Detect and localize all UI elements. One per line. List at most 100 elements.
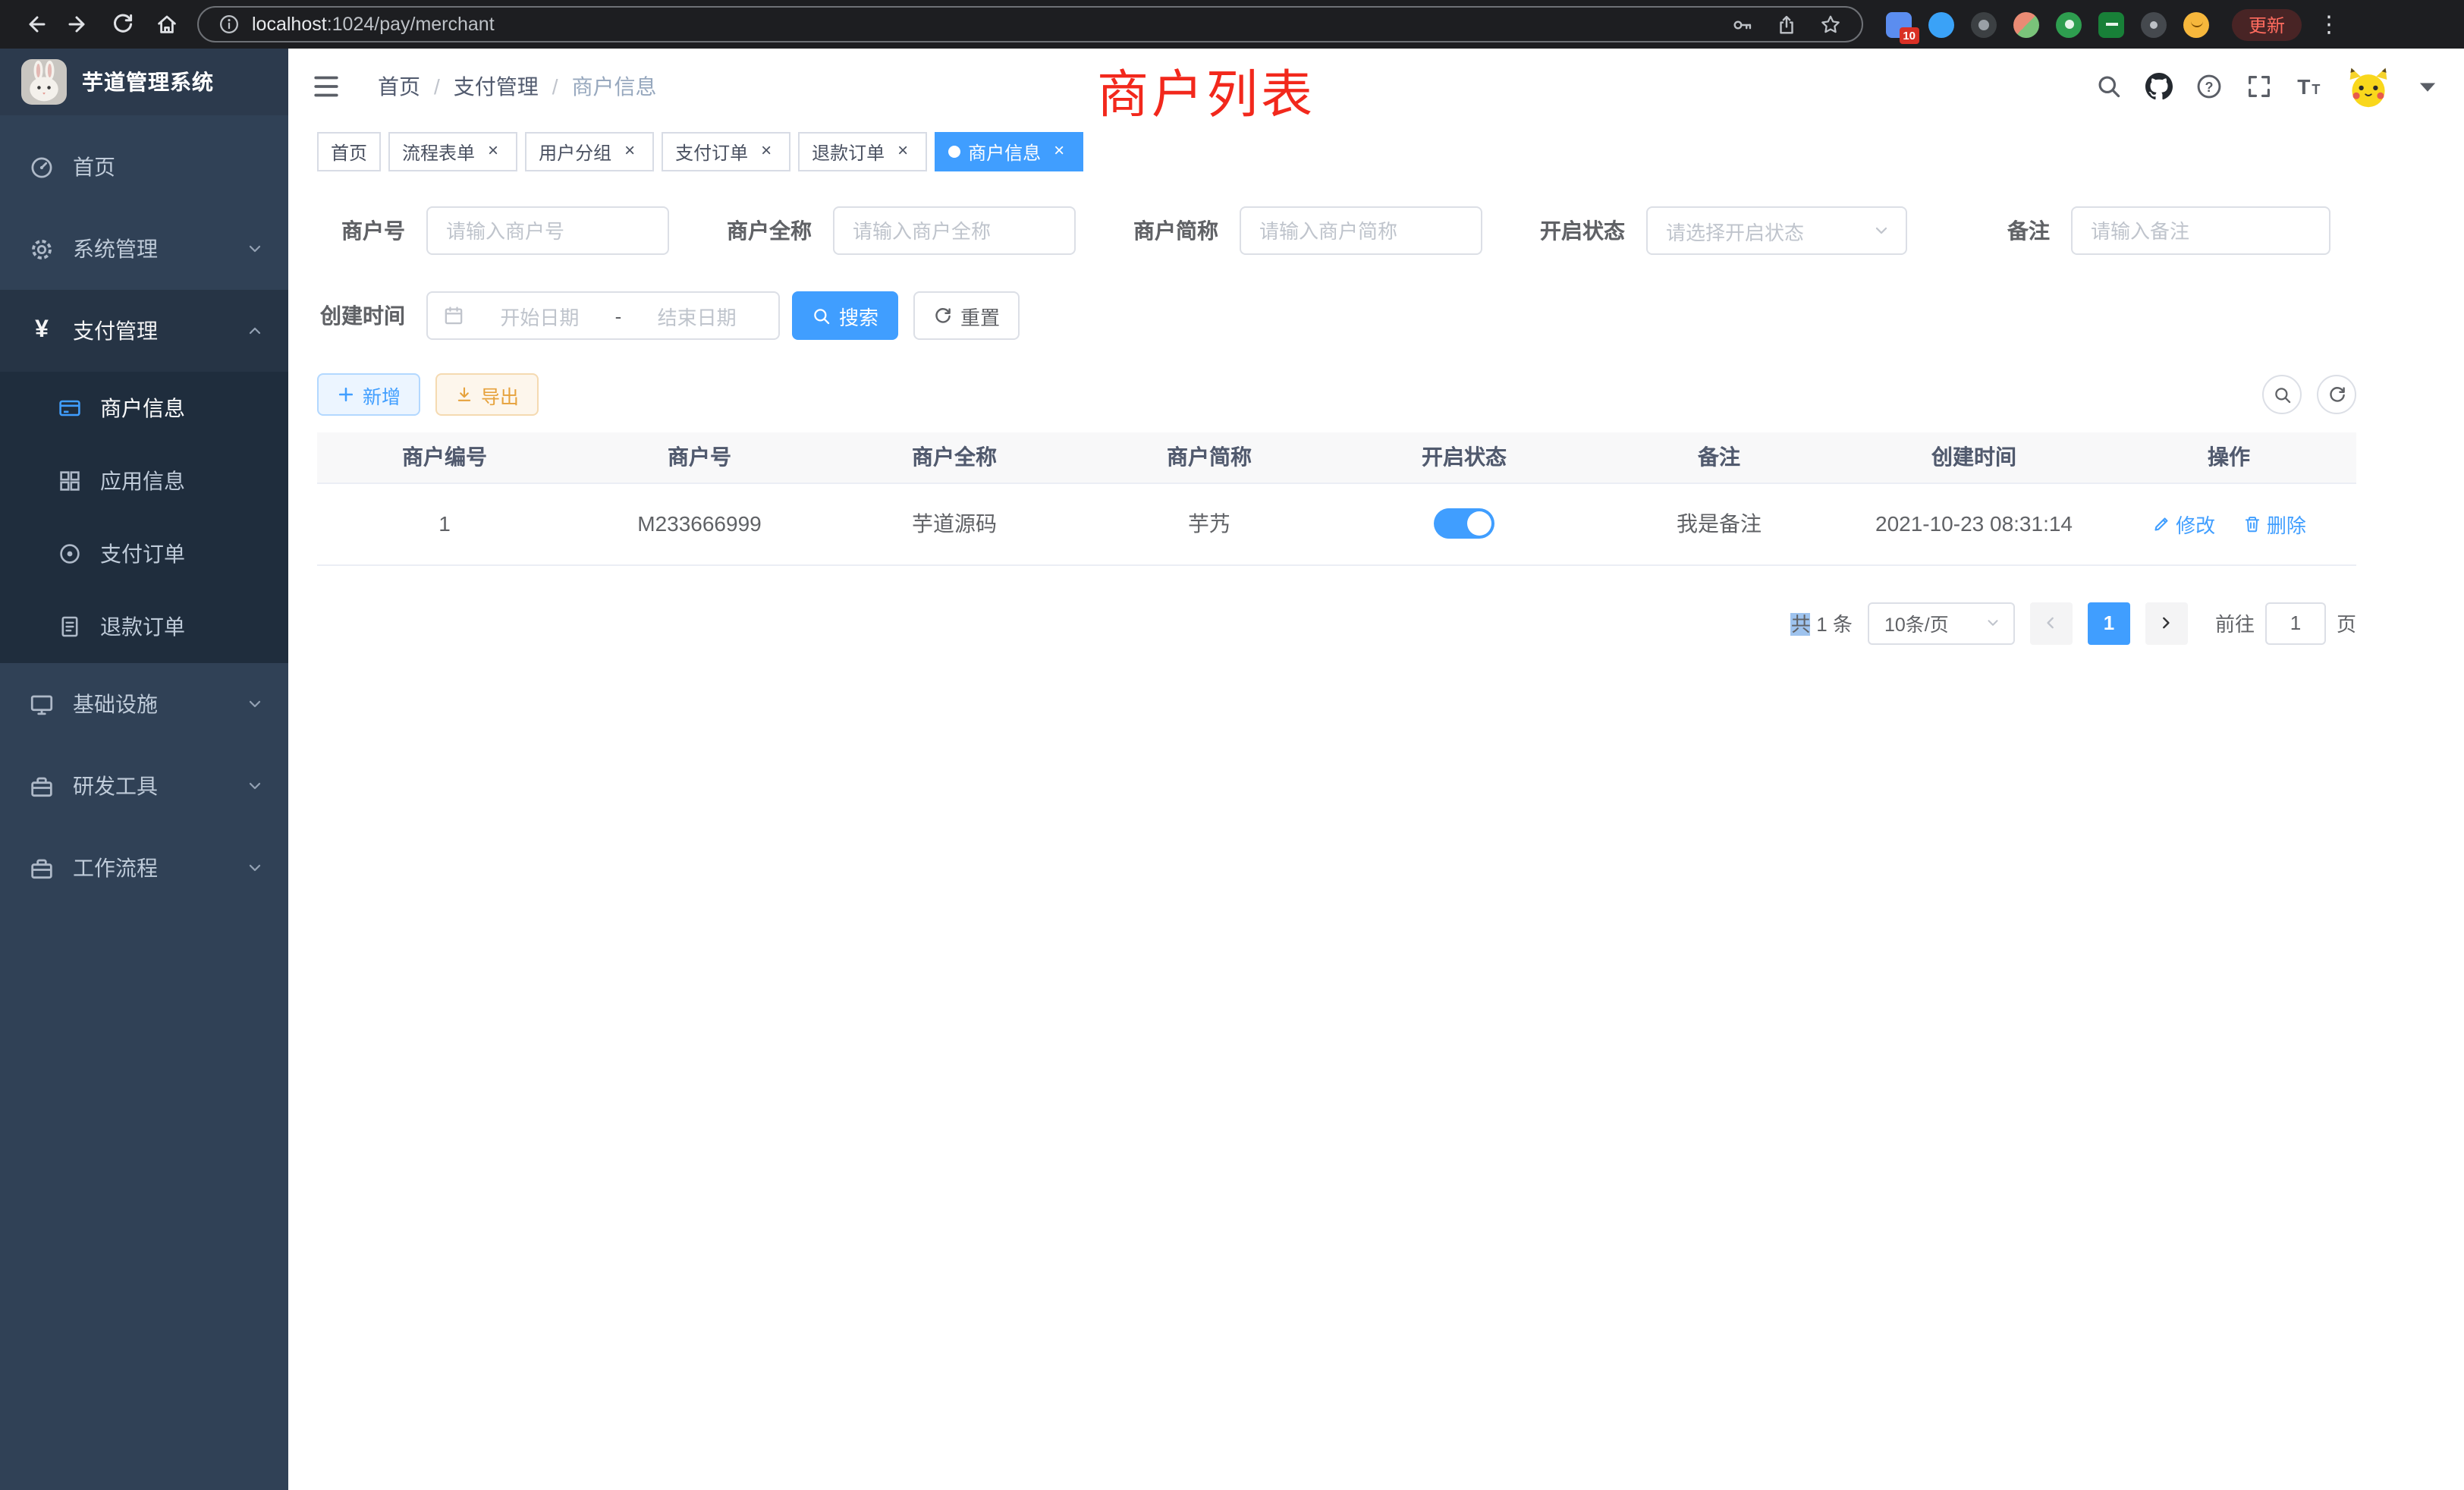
toggle-search-button[interactable] (2262, 375, 2302, 414)
tab-process-form[interactable]: 流程表单 × (388, 132, 517, 171)
browser-reload-button[interactable] (103, 5, 143, 44)
main-area: 商户列表 首页 / 支付管理 / 商户信息 首页 (288, 49, 2464, 1490)
breadcrumb-separator: / (552, 74, 558, 99)
url-host: localhost (252, 14, 327, 35)
status-select-placeholder: 请选择开启状态 (1666, 216, 1804, 245)
sidebar-item-pay[interactable]: ¥ 支付管理 (0, 290, 288, 372)
browser-update-button[interactable]: 更新 (2232, 8, 2302, 40)
extension-icon-5[interactable] (2056, 11, 2082, 37)
share-icon[interactable] (1775, 13, 1798, 36)
sidebar-item-dev-tools[interactable]: 研发工具 (0, 745, 288, 827)
page-number-button[interactable]: 1 (2088, 602, 2130, 644)
field-label: 商户全称 (724, 215, 812, 246)
col-create-time: 创建时间 (1846, 432, 2101, 483)
navbar-actions (2095, 64, 2441, 109)
sidebar-item-system[interactable]: 系统管理 (0, 208, 288, 290)
extension-icon-1[interactable]: 10 (1886, 11, 1912, 37)
tab-user-group[interactable]: 用户分组 × (525, 132, 654, 171)
tab-label: 商户信息 (968, 139, 1041, 165)
export-button-label: 导出 (481, 380, 519, 409)
sidebar-item-merchant-info[interactable]: 商户信息 (0, 372, 288, 445)
sidebar-item-pay-order[interactable]: 支付订单 (0, 517, 288, 590)
cell-short-name: 芋艿 (1082, 483, 1337, 564)
tab-merchant-info[interactable]: 商户信息 × (935, 132, 1083, 171)
field-label: 商户号 (317, 215, 405, 246)
site-info-icon[interactable] (218, 14, 240, 35)
close-icon[interactable]: × (619, 141, 640, 162)
extension-icon-7[interactable] (2141, 11, 2167, 37)
page-size-select[interactable]: 10条/页 (1868, 602, 2015, 644)
browser-back-button[interactable] (15, 5, 55, 44)
tab-pay-order[interactable]: 支付订单 × (662, 132, 790, 171)
extension-icon-2[interactable] (1928, 11, 1954, 37)
filter-remark: 备注 (1962, 206, 2330, 255)
bookmark-star-icon[interactable] (1819, 13, 1842, 36)
close-icon[interactable]: × (756, 141, 777, 162)
annotation-title: 商户列表 (1097, 53, 1315, 127)
breadcrumb-home[interactable]: 首页 (378, 71, 420, 102)
extension-icon-4[interactable] (2013, 11, 2039, 37)
refresh-table-button[interactable] (2317, 375, 2356, 414)
col-merchant-no: 商户号 (572, 432, 827, 483)
hamburger-icon[interactable] (311, 71, 341, 102)
status-select[interactable]: 请选择开启状态 (1646, 206, 1907, 255)
close-icon[interactable]: × (482, 141, 504, 162)
goto-page-input[interactable] (2265, 602, 2326, 644)
export-button[interactable]: 导出 (435, 373, 539, 416)
extension-icon-3[interactable] (1971, 11, 1997, 37)
prev-page-button[interactable] (2030, 602, 2073, 644)
delete-button[interactable]: 删除 (2242, 509, 2306, 538)
filter-full-name: 商户全称 (724, 206, 1076, 255)
next-page-button[interactable] (2145, 602, 2188, 644)
fullscreen-icon[interactable] (2246, 73, 2273, 100)
short-name-input[interactable] (1240, 206, 1482, 255)
browser-extensions: 10 (1886, 11, 2209, 37)
url-bar[interactable]: localhost:1024/pay/merchant (197, 6, 1863, 42)
merchant-no-input[interactable] (426, 206, 669, 255)
close-icon[interactable]: × (892, 141, 913, 162)
breadcrumb-pay[interactable]: 支付管理 (454, 71, 539, 102)
sidebar-item-refund-order[interactable]: 退款订单 (0, 590, 288, 663)
tab-refund-order[interactable]: 退款订单 × (798, 132, 927, 171)
add-button[interactable]: 新增 (317, 373, 420, 416)
remark-input[interactable] (2071, 206, 2330, 255)
field-label: 创建时间 (317, 300, 405, 331)
help-icon[interactable] (2195, 73, 2223, 100)
full-name-input[interactable] (833, 206, 1076, 255)
sidebar-item-infrastructure[interactable]: 基础设施 (0, 663, 288, 745)
cell-full-name: 芋道源码 (827, 483, 1082, 564)
font-size-icon[interactable] (2296, 73, 2323, 100)
field-label: 商户简称 (1130, 215, 1218, 246)
table-row: 1 M233666999 芋道源码 芋艿 我是备注 2021-10-23 08:… (317, 483, 2356, 564)
cell-remark: 我是备注 (1592, 483, 1846, 564)
search-button[interactable]: 搜索 (792, 291, 898, 340)
edit-button[interactable]: 修改 (2151, 509, 2215, 538)
close-icon[interactable]: × (1048, 141, 1070, 162)
profile-avatar-icon[interactable] (2183, 11, 2209, 37)
sidebar-item-workflow[interactable]: 工作流程 (0, 827, 288, 909)
browser-home-button[interactable] (147, 5, 187, 44)
date-range-picker[interactable]: 开始日期 - 结束日期 (426, 291, 780, 340)
goto-label: 前往 (2215, 608, 2255, 637)
user-avatar[interactable] (2346, 64, 2391, 109)
sidebar-logo[interactable]: 芋道管理系统 (0, 49, 288, 115)
reset-button[interactable]: 重置 (913, 291, 1020, 340)
github-icon[interactable] (2145, 73, 2173, 100)
browser-forward-button[interactable] (59, 5, 99, 44)
sidebar-item-label: 基础设施 (73, 689, 158, 719)
edit-label: 修改 (2176, 509, 2215, 538)
page-size-value: 10条/页 (1884, 608, 1949, 637)
page-content: 商户号 商户全称 商户简称 开启状态 请选择开启状态 (317, 206, 2356, 644)
table-toolbar: 新增 导出 (317, 373, 2356, 416)
sidebar-item-label: 应用信息 (100, 466, 185, 496)
password-key-icon[interactable] (1731, 13, 1754, 36)
avatar-caret-icon[interactable] (2414, 73, 2441, 100)
tab-home[interactable]: 首页 (317, 132, 381, 171)
sidebar-item-home[interactable]: 首页 (0, 126, 288, 208)
search-icon[interactable] (2095, 73, 2123, 100)
sidebar-item-app-info[interactable]: 应用信息 (0, 445, 288, 517)
extension-icon-6[interactable] (2098, 11, 2124, 37)
browser-menu-icon[interactable]: ⋮ (2317, 11, 2341, 38)
status-toggle[interactable] (1434, 508, 1494, 539)
target-icon (58, 542, 82, 566)
